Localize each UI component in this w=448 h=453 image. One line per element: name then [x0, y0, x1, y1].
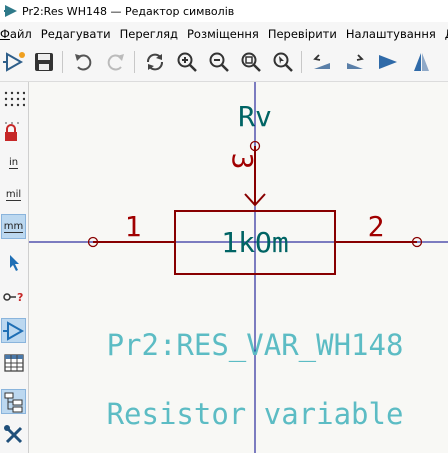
menu-place[interactable]: Розміщення: [187, 27, 264, 41]
menu-view-label: Перегляд: [119, 27, 178, 41]
window-title: Pr2:Res WH148 — Редактор символів: [22, 4, 235, 18]
crosshair-cursor-icon: [9, 254, 19, 271]
unit-mm-button[interactable]: mm: [1, 214, 26, 239]
symbol-editor-app-icon: [4, 5, 17, 17]
rotate-cw-icon: [347, 54, 364, 69]
toolbar-separator: [62, 51, 63, 73]
pin-electrical-type-button[interactable]: ?: [1, 284, 26, 309]
save-icon: [35, 53, 53, 71]
toolbar-separator: [134, 51, 135, 73]
grid-toggle-button[interactable]: [1, 88, 26, 113]
footprint-field[interactable]: Pr2:RES_VAR_WH148: [107, 328, 404, 363]
unit-mm-label: mm: [3, 220, 24, 233]
pin-table-button[interactable]: [1, 350, 26, 375]
menu-edit-label: Редагувати: [40, 27, 111, 41]
new-symbol-icon: [3, 52, 25, 72]
zoom-out-button[interactable]: [206, 49, 232, 75]
menu-file[interactable]: Файл: [0, 27, 37, 41]
menu-view[interactable]: Перегляд: [120, 27, 183, 41]
value-field[interactable]: 1kOm: [221, 226, 288, 259]
redo-icon: [107, 54, 124, 71]
zoom-selection-icon: [273, 52, 293, 72]
menu-bar: Файл Редагувати Перегляд Розміщення Пере…: [0, 24, 448, 44]
mirror-horizontal-icon: [379, 55, 397, 69]
redo-button[interactable]: [103, 49, 129, 75]
menu-inspect-label: Перевірити: [267, 27, 337, 41]
grid-lock-button[interactable]: [1, 118, 26, 143]
menu-file-label: Файл: [0, 27, 32, 41]
menu-inspect[interactable]: Перевірити: [268, 27, 342, 41]
tree-icon: [4, 392, 22, 412]
new-symbol-button[interactable]: [2, 49, 28, 75]
mirror-vertical-icon: [414, 53, 429, 71]
zoom-fit-button[interactable]: [238, 49, 264, 75]
tools-button[interactable]: [1, 422, 26, 447]
symbol-pin-icon: [2, 320, 24, 341]
zoom-in-icon: [177, 52, 197, 72]
rotate-ccw-button[interactable]: [309, 49, 335, 75]
hierarchy-tree-button[interactable]: [1, 389, 26, 414]
pin-1-number: 1: [125, 210, 142, 243]
main-toolbar: [0, 45, 448, 82]
symbol-drawing: 1 2 3 Rv 1kOm Pr2:RES_VAR_WH148 Resistor…: [29, 82, 448, 453]
undo-button[interactable]: [70, 49, 96, 75]
unit-mil-label: mil: [5, 188, 22, 201]
pin-2-number: 2: [368, 210, 385, 243]
mirror-vertical-button[interactable]: [408, 49, 434, 75]
left-toolbar: in mil mm ?: [0, 82, 29, 453]
unit-mil-button[interactable]: mil: [1, 182, 26, 207]
wrench-icon: [3, 424, 22, 443]
zoom-out-icon: [209, 52, 229, 72]
menu-preferences[interactable]: Налаштування: [346, 27, 441, 41]
rotate-cw-button[interactable]: [342, 49, 368, 75]
show-pin-electrical-button[interactable]: [1, 318, 26, 343]
lock-icon: [4, 121, 19, 141]
toolbar-separator: [301, 51, 302, 73]
unit-inch-label: in: [8, 156, 19, 169]
menu-preferences-label: Налаштування: [345, 27, 436, 41]
menu-edit[interactable]: Редагувати: [41, 27, 116, 41]
description-field[interactable]: Resistor variable: [107, 397, 404, 431]
refresh-icon: [147, 53, 163, 71]
reference-field[interactable]: Rv: [238, 100, 272, 133]
save-button[interactable]: [31, 49, 57, 75]
pin-type-icon: ?: [2, 291, 23, 304]
menu-place-label: Розміщення: [187, 27, 259, 41]
pin-3-number: 3: [226, 153, 259, 170]
menu-mnemonic: Ф: [0, 27, 10, 41]
table-icon: [3, 353, 24, 372]
undo-icon: [75, 54, 92, 71]
rotate-ccw-icon: [313, 54, 330, 69]
symbol-canvas[interactable]: 1 2 3 Rv 1kOm Pr2:RES_VAR_WH148 Resistor…: [29, 82, 448, 453]
refresh-button[interactable]: [142, 49, 168, 75]
zoom-selection-button[interactable]: [270, 49, 296, 75]
zoom-fit-icon: [241, 52, 261, 72]
zoom-in-button[interactable]: [174, 49, 200, 75]
grid-icon: [4, 91, 25, 106]
unit-inch-button[interactable]: in: [1, 150, 26, 175]
svg-text:?: ?: [17, 291, 23, 304]
cursor-style-button[interactable]: [1, 250, 26, 275]
mirror-horizontal-button[interactable]: [375, 49, 401, 75]
title-bar: Pr2:Res WH148 — Редактор символів: [0, 0, 448, 22]
